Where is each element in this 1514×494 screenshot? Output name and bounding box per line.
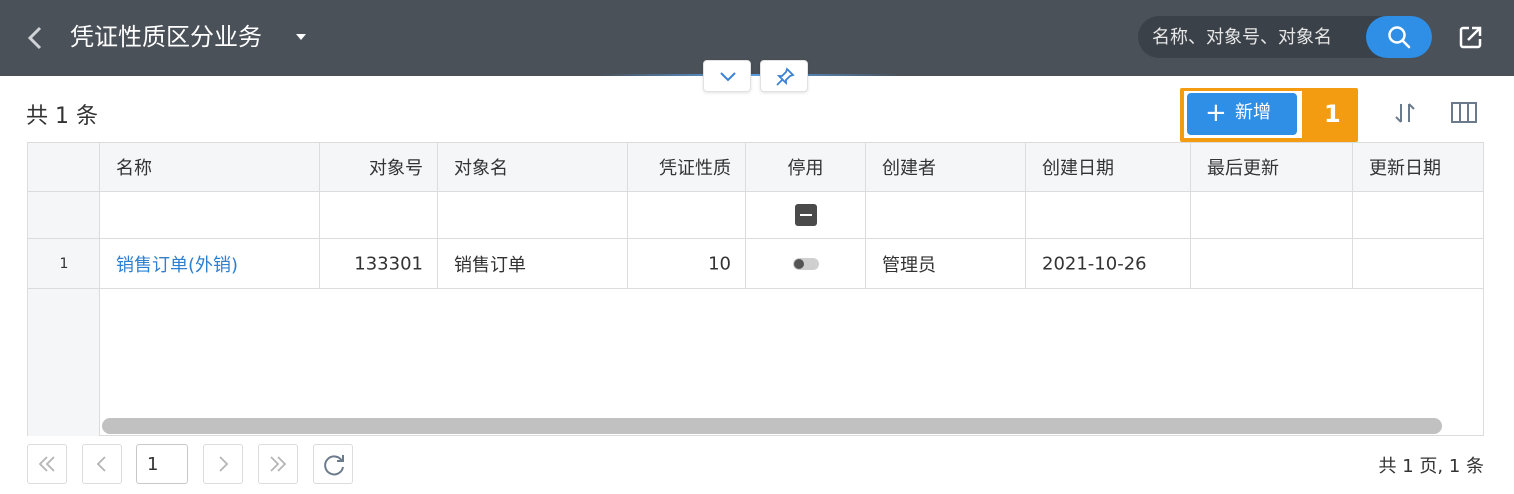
caret-down-icon[interactable] <box>296 34 306 40</box>
data-grid: 名称 对象号 对象名 凭证性质 停用 创建者 创建日期 最后更新 更新日期 1 … <box>27 142 1484 436</box>
prev-page-icon <box>96 456 106 472</box>
grid-header-row: 名称 对象号 对象名 凭证性质 停用 创建者 创建日期 最后更新 更新日期 <box>28 143 1483 192</box>
filter-updated-date[interactable] <box>1353 192 1485 238</box>
row-number-cell: 1 <box>28 239 100 288</box>
cell-voucher-type: 10 <box>628 239 746 288</box>
annotation-number: 1 <box>1324 100 1341 128</box>
cell-created-date: 2021-10-26 <box>1026 239 1191 288</box>
next-page-button[interactable] <box>203 444 243 484</box>
cell-object-name: 销售订单 <box>438 239 628 288</box>
column-header-voucher-type[interactable]: 凭证性质 <box>628 143 746 191</box>
table-row[interactable]: 1 销售订单(外销) 133301 销售订单 10 管理员 2021-10-26 <box>28 239 1483 289</box>
column-header-name[interactable]: 名称 <box>100 143 320 191</box>
grid-filter-row <box>28 192 1483 239</box>
cell-updated-date <box>1353 239 1485 288</box>
pin-toggle-button[interactable] <box>760 60 808 92</box>
back-icon[interactable] <box>22 22 50 54</box>
prev-page-button[interactable] <box>82 444 122 484</box>
rownum-header <box>28 143 100 191</box>
search-button[interactable] <box>1366 16 1432 58</box>
cell-object-no: 133301 <box>320 239 438 288</box>
filter-voucher-type[interactable] <box>628 192 746 238</box>
indeterminate-checkbox[interactable] <box>794 204 817 226</box>
sort-icon[interactable] <box>1390 98 1420 128</box>
filter-disabled <box>746 192 866 238</box>
filter-last-updated[interactable] <box>1191 192 1353 238</box>
column-header-disabled[interactable]: 停用 <box>746 143 866 191</box>
last-page-button[interactable] <box>258 444 298 484</box>
refresh-icon <box>324 455 344 476</box>
add-button-label: 新增 <box>1235 102 1271 123</box>
filter-name[interactable] <box>100 192 320 238</box>
plus-icon: + <box>1205 98 1227 128</box>
export-icon[interactable] <box>1456 22 1486 52</box>
rownum-gutter <box>28 289 100 436</box>
filter-object-name[interactable] <box>438 192 628 238</box>
filter-creator[interactable] <box>866 192 1026 238</box>
cell-last-updated <box>1191 239 1353 288</box>
chevron-down-icon <box>720 72 736 82</box>
column-header-last-updated[interactable]: 最后更新 <box>1191 143 1353 191</box>
last-page-icon <box>270 456 287 472</box>
column-header-object-name[interactable]: 对象名 <box>438 143 628 191</box>
column-header-object-no[interactable]: 对象号 <box>320 143 438 191</box>
filter-created-date[interactable] <box>1026 192 1191 238</box>
record-link[interactable]: 销售订单(外销) <box>116 251 238 277</box>
next-page-icon <box>219 456 229 472</box>
column-header-created-date[interactable]: 创建日期 <box>1026 143 1191 191</box>
add-button[interactable]: + 新增 <box>1187 93 1297 135</box>
cell-name[interactable]: 销售订单(外销) <box>100 239 320 288</box>
scrollbar-thumb[interactable] <box>102 418 1442 434</box>
page-summary: 共 1 页, 1 条 <box>1378 456 1484 477</box>
page-number-input[interactable] <box>136 444 188 484</box>
app-header: 凭证性质区分业务 <box>0 0 1514 76</box>
column-header-updated-date[interactable]: 更新日期 <box>1353 143 1485 191</box>
search-icon <box>1388 26 1411 49</box>
first-page-button[interactable] <box>27 444 67 484</box>
columns-icon[interactable] <box>1450 100 1478 126</box>
filter-object-no[interactable] <box>320 192 438 238</box>
disabled-toggle[interactable] <box>792 257 819 270</box>
collapse-toggle-button[interactable] <box>703 60 751 92</box>
refresh-button[interactable] <box>313 444 353 484</box>
search-input[interactable] <box>1152 16 1372 58</box>
filter-rownum <box>28 192 100 238</box>
cell-disabled <box>746 239 866 288</box>
page-title[interactable]: 凭证性质区分业务 <box>70 20 262 54</box>
column-header-creator[interactable]: 创建者 <box>866 143 1026 191</box>
first-page-icon <box>38 456 55 472</box>
pin-icon <box>776 67 795 86</box>
record-count: 共 1 条 <box>26 104 98 129</box>
cell-creator: 管理员 <box>866 239 1026 288</box>
